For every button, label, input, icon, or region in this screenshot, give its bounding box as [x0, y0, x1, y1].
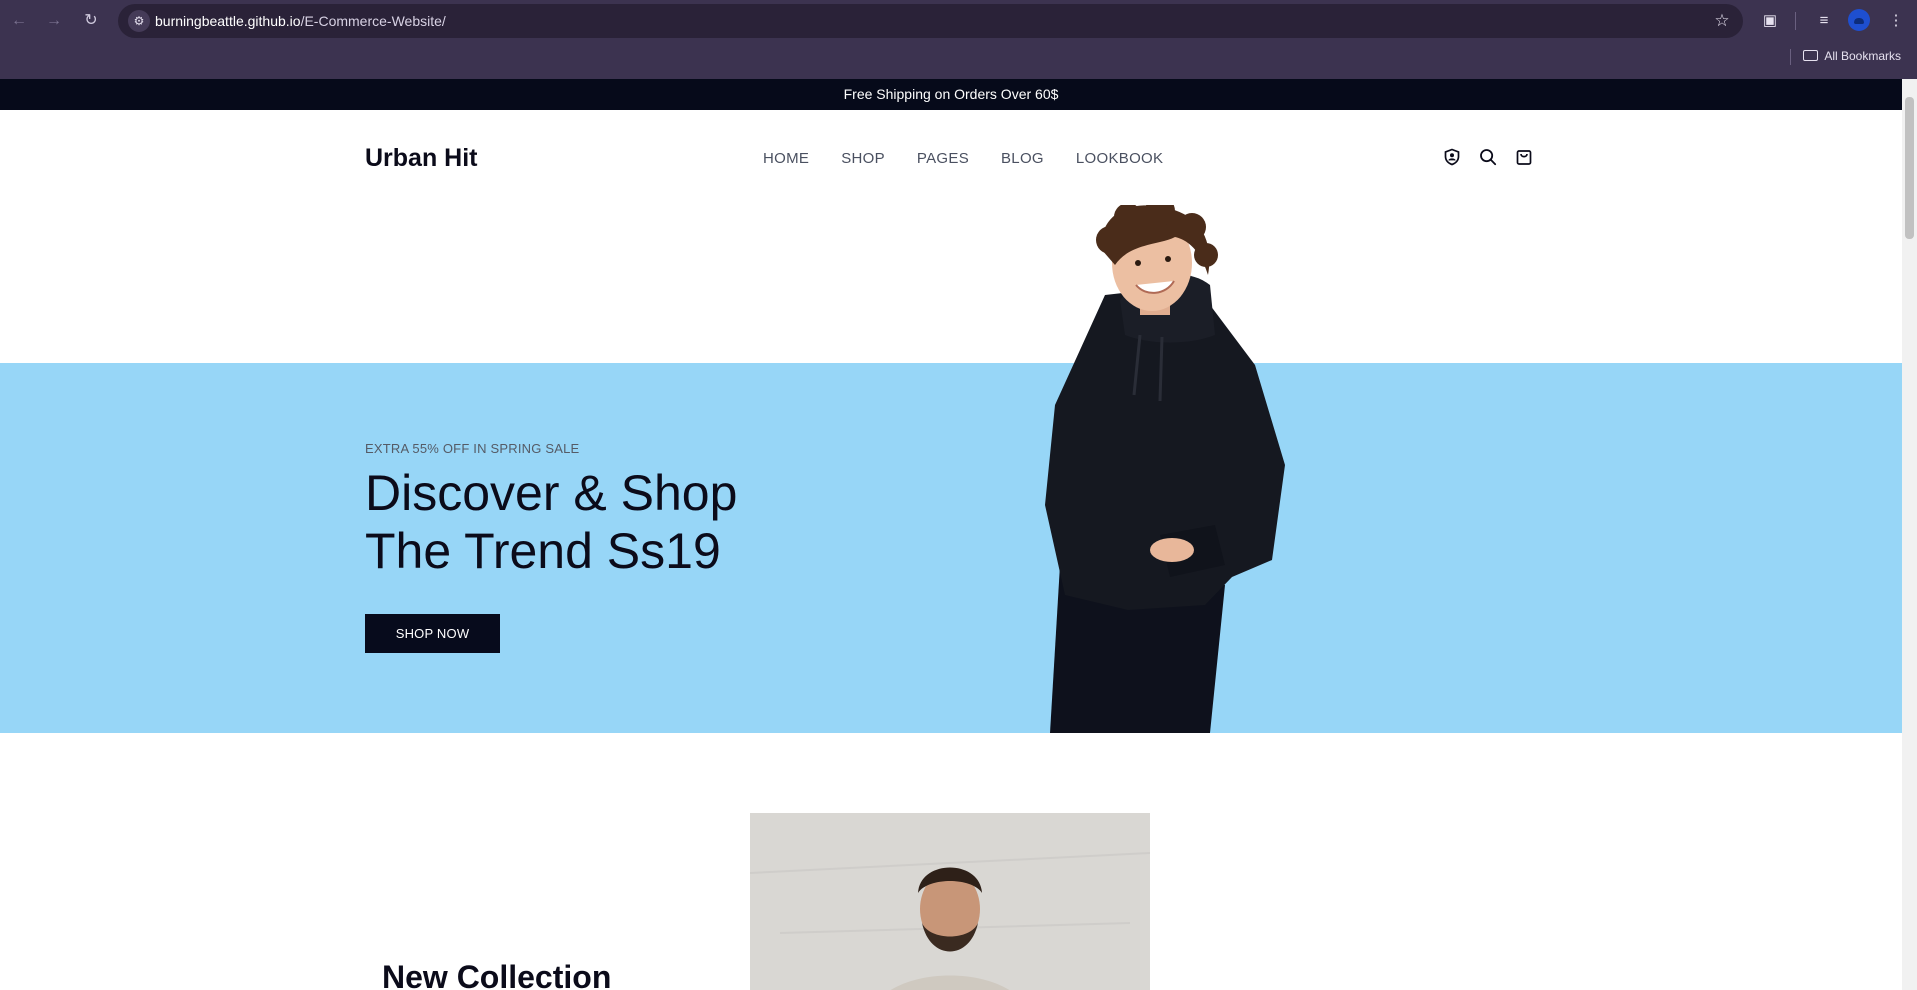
collection-image[interactable]	[750, 813, 1150, 990]
hero-title-line1: Discover & Shop	[365, 465, 738, 521]
cart-bag-icon[interactable]	[1513, 146, 1535, 168]
hero-model-image	[1045, 205, 1285, 733]
media-icon[interactable]: ≡	[1812, 9, 1836, 33]
url-path: /E-Commerce-Website/	[300, 13, 446, 29]
site-header: Urban Hit HOME SHOP PAGES BLOG LOOKBOOK	[0, 110, 1902, 204]
nav-shop[interactable]: SHOP	[841, 150, 885, 167]
announcement-text: Free Shipping on Orders Over 60$	[843, 86, 1059, 102]
url-text[interactable]: burningbeattle.github.io/E-Commerce-Webs…	[155, 13, 446, 29]
back-icon[interactable]: ←	[7, 9, 31, 33]
search-icon[interactable]	[1477, 146, 1499, 168]
scrollbar-thumb[interactable]	[1905, 97, 1914, 239]
address-bar[interactable]: ⚙ burningbeattle.github.io/E-Commerce-We…	[118, 4, 1743, 38]
hero-title: Discover & Shop The Trend Ss19	[365, 464, 737, 580]
bookmarks-divider	[1790, 49, 1791, 65]
hero-banner	[0, 363, 1902, 733]
account-shield-icon[interactable]	[1441, 146, 1463, 168]
extensions-icon[interactable]: ▣	[1758, 9, 1782, 33]
browser-chrome: ← → ↻ ⚙ burningbeattle.github.io/E-Comme…	[0, 0, 1917, 79]
forward-icon[interactable]: →	[42, 9, 66, 33]
site-settings-icon[interactable]: ⚙	[128, 10, 150, 32]
collection-title: New Collection	[382, 959, 612, 990]
main-nav: HOME SHOP PAGES BLOG LOOKBOOK	[763, 150, 1163, 167]
star-icon[interactable]: ☆	[1711, 10, 1733, 32]
hero-eyebrow: EXTRA 55% OFF IN SPRING SALE	[365, 441, 580, 456]
nav-blog[interactable]: BLOG	[1001, 150, 1044, 167]
toolbar-divider	[1795, 12, 1796, 30]
nav-lookbook[interactable]: LOOKBOOK	[1076, 150, 1163, 167]
shop-now-button[interactable]: SHOP NOW	[365, 614, 500, 653]
nav-home[interactable]: HOME	[763, 150, 809, 167]
site-logo[interactable]: Urban Hit	[365, 144, 478, 173]
nav-pages[interactable]: PAGES	[917, 150, 969, 167]
hero-title-line2: The Trend Ss19	[365, 523, 721, 579]
reload-icon[interactable]: ↻	[79, 9, 103, 33]
page-scrollbar[interactable]	[1902, 79, 1917, 990]
collection-model-photo	[750, 813, 1150, 990]
announcement-bar: Free Shipping on Orders Over 60$	[0, 79, 1902, 110]
folder-icon	[1803, 50, 1819, 61]
menu-icon[interactable]: ⋮	[1884, 9, 1908, 33]
all-bookmarks-button[interactable]: All Bookmarks	[1803, 49, 1901, 63]
profile-avatar[interactable]	[1848, 9, 1870, 31]
all-bookmarks-label: All Bookmarks	[1824, 49, 1901, 63]
url-host: burningbeattle.github.io	[155, 13, 301, 29]
page-viewport: Free Shipping on Orders Over 60$ Urban H…	[0, 79, 1917, 990]
